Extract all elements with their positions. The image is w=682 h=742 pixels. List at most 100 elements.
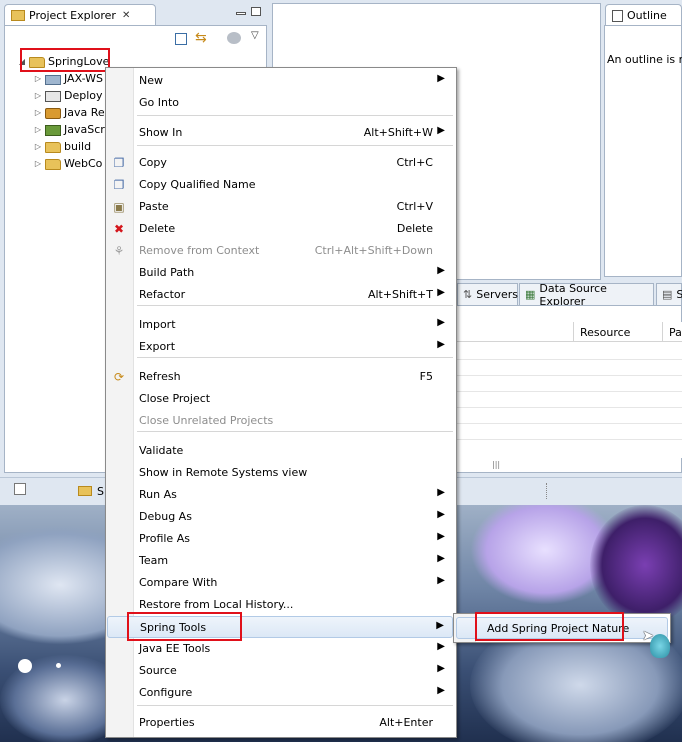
table-row (454, 407, 682, 408)
menu-item-label: Team (139, 554, 169, 567)
tab-outline[interactable]: Outline (605, 4, 682, 26)
collapse-all-icon[interactable] (175, 33, 187, 45)
column-header-blank[interactable] (454, 322, 574, 342)
menu-item-debug-as[interactable]: Debug As ▶ (107, 506, 453, 528)
expand-arrow-icon[interactable]: ▷ (33, 142, 43, 151)
tree-item-label: WebCo (64, 157, 103, 170)
delete-icon: ✖ (113, 222, 125, 236)
tree-item-label: Deploy (64, 89, 103, 102)
menu-item-refactor[interactable]: Refactor Alt+Shift+T ▶ (107, 284, 453, 306)
link-editor-icon[interactable]: ⇆ (195, 30, 207, 46)
maximize-icon[interactable] (251, 7, 261, 16)
menu-item-validate[interactable]: Validate (107, 440, 453, 462)
java-resources-icon (45, 108, 61, 119)
table-row (454, 375, 682, 376)
menu-item-properties[interactable]: Properties Alt+Enter (107, 712, 453, 734)
menu-item-run-as[interactable]: Run As ▶ (107, 484, 453, 506)
menu-item-new[interactable]: New ▶ (107, 70, 453, 92)
copy-qualified-icon: ❐ (113, 178, 125, 192)
menu-item-show-in-remote-systems-view[interactable]: Show in Remote Systems view (107, 462, 453, 484)
deploy-icon (45, 91, 61, 102)
outline-view: An outline is n (604, 25, 682, 277)
outline-message: An outline is n (607, 53, 682, 66)
menu-separator (137, 357, 453, 358)
menu-item-export[interactable]: Export ▶ (107, 336, 453, 358)
folder-icon (78, 486, 92, 496)
menu-item-shortcut: Ctrl+Alt+Shift+Down (314, 244, 433, 257)
column-header-resource[interactable]: Resource (574, 322, 663, 342)
expand-arrow-icon[interactable]: ▷ (33, 91, 43, 100)
menu-item-go-into[interactable]: Go Into (107, 92, 453, 114)
submenu-arrow-icon: ▶ (436, 620, 444, 631)
menu-item-shortcut: Ctrl+V (396, 200, 433, 213)
tree-item-label: build (64, 140, 92, 153)
menu-separator (137, 431, 453, 432)
tab-servers-label: Servers (476, 288, 519, 301)
submenu-arrow-icon: ▶ (437, 317, 445, 328)
remove-context-icon: ⚘ (113, 244, 125, 258)
menu-item-close-project[interactable]: Close Project (107, 388, 453, 410)
tree-item-deploy[interactable]: ▷ Deploy (33, 87, 103, 104)
menu-item-label: Properties (139, 716, 195, 729)
menu-item-label: Import (139, 318, 176, 331)
view-menu-icon[interactable]: ▽ (251, 30, 259, 41)
menu-item-label: Compare With (139, 576, 218, 589)
tab-project-explorer-label: Project Explorer (29, 9, 116, 22)
menu-item-copy[interactable]: ❐ Copy Ctrl+C (107, 152, 453, 174)
close-icon[interactable]: ✕ (122, 10, 130, 21)
expand-arrow-icon[interactable]: ▷ (33, 108, 43, 117)
tree-item-label: Java Re (64, 106, 105, 119)
snippets-icon: ▤ (662, 288, 673, 301)
project-explorer-icon (11, 10, 25, 21)
column-header-path[interactable]: Pa (663, 322, 682, 342)
tree-item-jaxws[interactable]: ▷ JAX-WS (33, 70, 103, 87)
expand-arrow-icon[interactable]: ▷ (33, 125, 43, 134)
tree-item-webcontent[interactable]: ▷ WebCo (33, 155, 102, 172)
tree-item-java-resources[interactable]: ▷ Java Re (33, 104, 105, 121)
menu-item-refresh[interactable]: ⟳ Refresh F5 (107, 366, 453, 388)
tab-servers[interactable]: ⇅ Servers (457, 283, 518, 305)
new-fast-view-icon[interactable] (14, 483, 26, 495)
tab-project-explorer[interactable]: Project Explorer ✕ (4, 4, 156, 26)
menu-item-java-ee-tools[interactable]: Java EE Tools ▶ (107, 638, 453, 660)
tab-snippets[interactable]: ▤ S (656, 283, 682, 305)
menu-item-label: Source (139, 664, 177, 677)
menu-item-show-in[interactable]: Show In Alt+Shift+W ▶ (107, 122, 453, 144)
tree-item-build[interactable]: ▷ build (33, 138, 91, 155)
table-row (454, 423, 682, 424)
menu-item-source[interactable]: Source ▶ (107, 660, 453, 682)
submenu-arrow-icon: ▶ (437, 287, 445, 298)
refresh-icon: ⟳ (113, 370, 125, 384)
tree-item-javascript[interactable]: ▷ JavaScr (33, 121, 105, 138)
expand-arrow-icon[interactable]: ▷ (33, 159, 43, 168)
menu-item-delete[interactable]: ✖ Delete Delete (107, 218, 453, 240)
expand-arrow-icon[interactable]: ▷ (33, 74, 43, 83)
menu-item-label: Remove from Context (139, 244, 260, 257)
menu-item-team[interactable]: Team ▶ (107, 550, 453, 572)
highlight-box-add-spring-nature (475, 612, 624, 641)
submenu-arrow-icon: ▶ (437, 487, 445, 498)
submenu-arrow-icon: ▶ (437, 663, 445, 674)
menu-item-import[interactable]: Import ▶ (107, 314, 453, 336)
filter-icon[interactable] (227, 32, 241, 44)
menu-item-copy-qualified-name[interactable]: ❐ Copy Qualified Name (107, 174, 453, 196)
table-row (454, 391, 682, 392)
menu-item-configure[interactable]: Configure ▶ (107, 682, 453, 704)
submenu-arrow-icon: ▶ (437, 339, 445, 350)
database-icon: ▦ (525, 288, 536, 301)
javascript-icon (45, 125, 61, 136)
submenu-arrow-icon: ▶ (437, 685, 445, 696)
column-resize-grip-icon[interactable]: ||| (492, 460, 500, 469)
menu-item-paste[interactable]: ▣ Paste Ctrl+V (107, 196, 453, 218)
menu-separator (137, 145, 453, 146)
menu-item-compare-with[interactable]: Compare With ▶ (107, 572, 453, 594)
menu-item-build-path[interactable]: Build Path ▶ (107, 262, 453, 284)
menu-item-shortcut: Alt+Shift+T (367, 288, 433, 301)
menu-item-shortcut: Alt+Shift+W (363, 126, 433, 139)
webservice-icon (45, 74, 61, 85)
submenu-arrow-icon: ▶ (437, 553, 445, 564)
menu-item-close-unrelated-projects: Close Unrelated Projects (107, 410, 453, 432)
minimize-icon[interactable] (236, 12, 246, 15)
tab-data-source-explorer[interactable]: ▦ Data Source Explorer (519, 282, 654, 308)
menu-item-profile-as[interactable]: Profile As ▶ (107, 528, 453, 550)
